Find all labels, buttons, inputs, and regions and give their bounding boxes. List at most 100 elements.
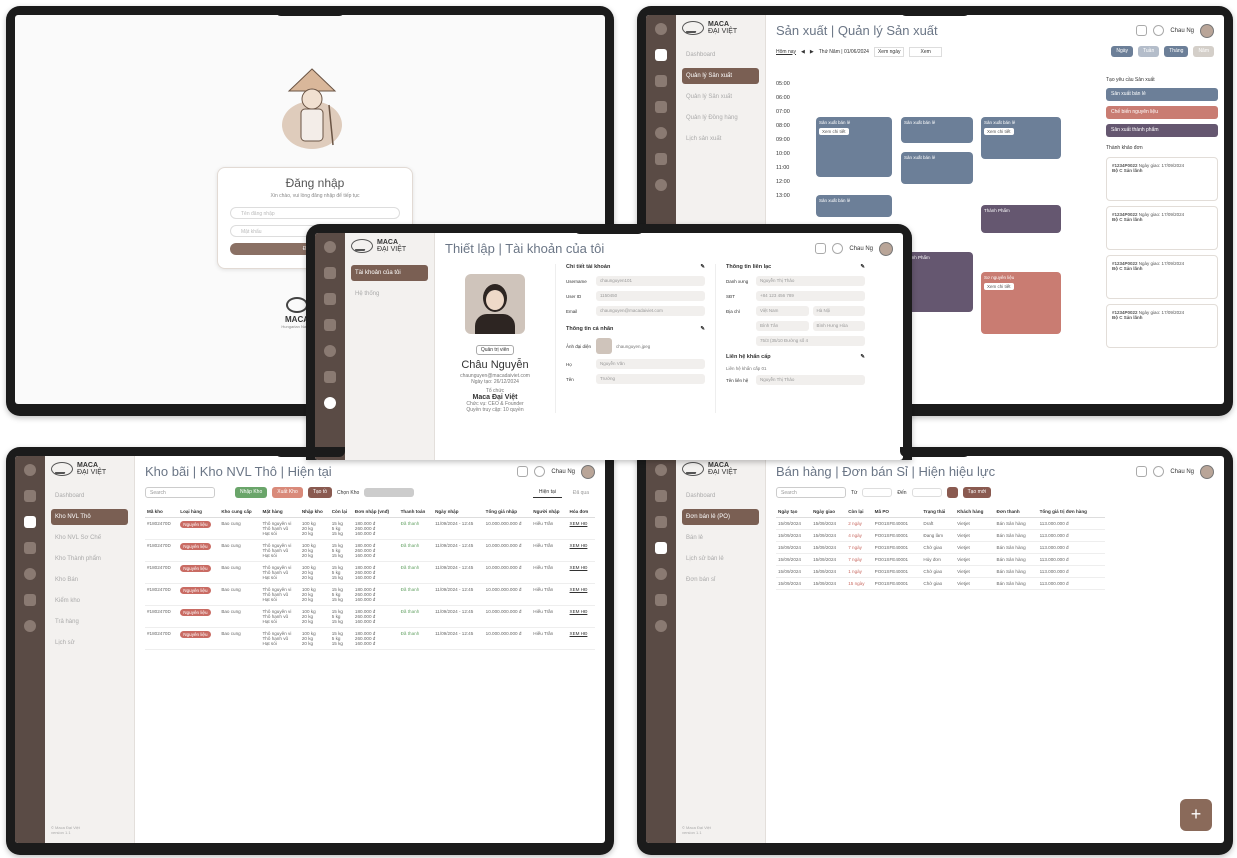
- event-card[interactable]: Sản xuất bán lẻ Xem chi tiết: [816, 117, 892, 177]
- username-input[interactable]: Tên đăng nhập: [230, 207, 400, 219]
- gear-icon[interactable]: [655, 620, 667, 632]
- field-value[interactable]: Nguyễn Văn: [596, 359, 705, 369]
- today-button[interactable]: Hôm nay: [776, 49, 796, 55]
- nav-wholesale[interactable]: Đơn bán sỉ: [682, 572, 759, 588]
- table-row[interactable]: 15/09/2024 15/09/2024 2 ngày PO01SFE40001 Dr…: [776, 517, 1105, 530]
- event-detail-button[interactable]: Xem chi tiết: [984, 283, 1014, 290]
- nav-system[interactable]: Hệ thống: [351, 286, 428, 302]
- production-icon[interactable]: [324, 267, 336, 279]
- view-day[interactable]: Ngày: [1111, 46, 1134, 57]
- table-row[interactable]: #1802470D Nguyên liệu Bao cung Thô nguyên v…: [145, 561, 595, 584]
- date-to-input[interactable]: [911, 488, 942, 497]
- edit-icon[interactable]: ✎: [700, 264, 705, 270]
- edit-icon[interactable]: ✎: [700, 326, 705, 332]
- nav-production-2[interactable]: Quản lý Sản xuất: [682, 89, 759, 105]
- field-value[interactable]: chaunguyen101: [596, 276, 705, 286]
- avatar[interactable]: [879, 241, 893, 256]
- create-finished-button[interactable]: Sản xuất thành phẩm: [1106, 124, 1218, 137]
- invoice-link[interactable]: XEM HĐ: [570, 521, 588, 526]
- nav-history[interactable]: Lịch sử: [51, 635, 128, 651]
- field-value[interactable]: Nguyễn Thị Thảo: [756, 375, 865, 385]
- table-row[interactable]: #1802470D Nguyên liệu Bao cung Thô nguyên v…: [145, 539, 595, 562]
- order-card[interactable]: #1234P0022 Ngày giao: 17/09/2024 Bộ C Sản…: [1106, 304, 1218, 348]
- field-value[interactable]: 1150450: [596, 291, 705, 301]
- create-button[interactable]: Tạo tồ: [307, 487, 333, 498]
- view-week[interactable]: Tuần: [1138, 46, 1160, 57]
- field-city[interactable]: Hà Nội: [812, 306, 865, 316]
- warehouse-icon[interactable]: [655, 516, 667, 528]
- production-icon[interactable]: [655, 490, 667, 502]
- invoice-link[interactable]: XEM HĐ: [570, 609, 588, 614]
- clock-icon[interactable]: [324, 345, 336, 357]
- field-value[interactable]: Trường: [596, 374, 705, 384]
- add-order-button[interactable]: Tạo mới: [962, 487, 992, 498]
- field-street-value[interactable]: 75/3 (35/10 Đường số 4: [756, 336, 865, 346]
- create-process-button[interactable]: Chế biến nguyên liệu: [1106, 106, 1218, 119]
- clock-icon[interactable]: [655, 127, 667, 139]
- nav-my-account[interactable]: Tài khoản của tôi: [351, 265, 428, 281]
- event-card[interactable]: Thành Phẩm: [981, 205, 1061, 233]
- event-card[interactable]: Sản xuất bán lẻ Xem chi tiết: [981, 117, 1061, 159]
- production-icon[interactable]: [655, 49, 667, 61]
- grid-icon[interactable]: [24, 594, 36, 606]
- bell-icon[interactable]: [832, 243, 844, 254]
- view-month[interactable]: Tháng: [1164, 46, 1189, 57]
- box-icon[interactable]: [655, 101, 667, 113]
- invoice-link[interactable]: XEM HĐ: [570, 565, 588, 570]
- field-value[interactable]: +84 123 456 789: [756, 291, 865, 301]
- nav-returns[interactable]: Trả hàng: [51, 614, 128, 630]
- import-button[interactable]: Nhập Kho: [235, 487, 268, 498]
- home-icon[interactable]: [655, 23, 667, 35]
- order-card[interactable]: #1234P0022 Ngày giao: 17/09/2024 Bộ C Sản…: [1106, 255, 1218, 299]
- nav-raw-warehouse[interactable]: Kho NVL Thô: [51, 509, 128, 525]
- nav-inventory-check[interactable]: Kiểm kho: [51, 593, 128, 609]
- nav-sales-warehouse[interactable]: Kho Bán: [51, 572, 128, 588]
- home-icon[interactable]: [24, 464, 36, 476]
- bell-icon[interactable]: [534, 466, 546, 477]
- avatar[interactable]: [1200, 464, 1214, 479]
- grid-icon[interactable]: [655, 153, 667, 165]
- nav-wholesale-po[interactable]: Đơn bán lẻ (PO): [682, 509, 759, 525]
- invoice-link[interactable]: XEM HĐ: [570, 587, 588, 592]
- date-from-input[interactable]: [862, 488, 893, 497]
- table-row[interactable]: #1802470D Nguyên liệu Bao cung Thô nguyên v…: [145, 605, 595, 628]
- view-year[interactable]: Năm: [1193, 46, 1214, 57]
- field-district-value[interactable]: Bình Tân: [756, 321, 809, 331]
- field-value[interactable]: chaunguyen@macadaiviet.com: [596, 306, 705, 316]
- invoice-link[interactable]: XEM HĐ: [570, 543, 588, 548]
- nav-orders[interactable]: Quản lý Đồng hàng: [682, 110, 759, 126]
- nav-retail[interactable]: Bán lẻ: [682, 530, 759, 546]
- event-card[interactable]: Sản xuất bán lẻ: [901, 152, 973, 184]
- nav-dashboard[interactable]: Dashboard: [682, 488, 759, 504]
- nav-finished-warehouse[interactable]: Kho Thành phẩm: [51, 551, 128, 567]
- bell-icon[interactable]: [1153, 25, 1165, 36]
- add-fab-button[interactable]: +: [1180, 799, 1212, 831]
- field-value[interactable]: Việt Nam: [756, 306, 809, 316]
- tab-past[interactable]: Đã qua: [567, 488, 595, 498]
- invoice-link[interactable]: XEM HĐ: [570, 631, 588, 636]
- avatar[interactable]: [1200, 23, 1214, 38]
- settings-icon[interactable]: [1136, 25, 1148, 36]
- warehouse-icon[interactable]: [324, 293, 336, 305]
- view-filter[interactable]: Xem: [909, 46, 942, 57]
- production-icon[interactable]: [24, 490, 36, 502]
- export-button[interactable]: Xuất Kho: [272, 487, 303, 498]
- table-row[interactable]: 15/09/2024 15/09/2024 7 ngày PO01SFE40001 Ch…: [776, 541, 1105, 554]
- table-row[interactable]: #1802470D Nguyên liệu Bao cung Thô nguyên v…: [145, 517, 595, 540]
- event-detail-button[interactable]: Xem chi tiết: [984, 128, 1014, 135]
- event-card[interactable]: Sản xuất bán lẻ: [816, 195, 892, 217]
- gear-icon[interactable]: [324, 397, 336, 409]
- tab-current[interactable]: Hiện tại: [532, 487, 562, 498]
- gear-icon[interactable]: [655, 179, 667, 191]
- edit-icon[interactable]: ✎: [860, 264, 865, 270]
- nav-processed-warehouse[interactable]: Kho NVL Sơ Chế: [51, 530, 128, 546]
- clock-icon[interactable]: [655, 568, 667, 580]
- nav-schedule[interactable]: Lịch sản xuất: [682, 131, 759, 147]
- gear-icon[interactable]: [24, 620, 36, 632]
- grid-icon[interactable]: [324, 371, 336, 383]
- warehouse-filter[interactable]: [364, 488, 415, 497]
- refresh-icon[interactable]: [946, 487, 958, 498]
- range-select[interactable]: Xem ngày: [873, 46, 905, 57]
- nav-retail-history[interactable]: Lịch sử bán lẻ: [682, 551, 759, 567]
- event-card[interactable]: Sơ nguyên liệu Xem chi tiết: [981, 272, 1061, 334]
